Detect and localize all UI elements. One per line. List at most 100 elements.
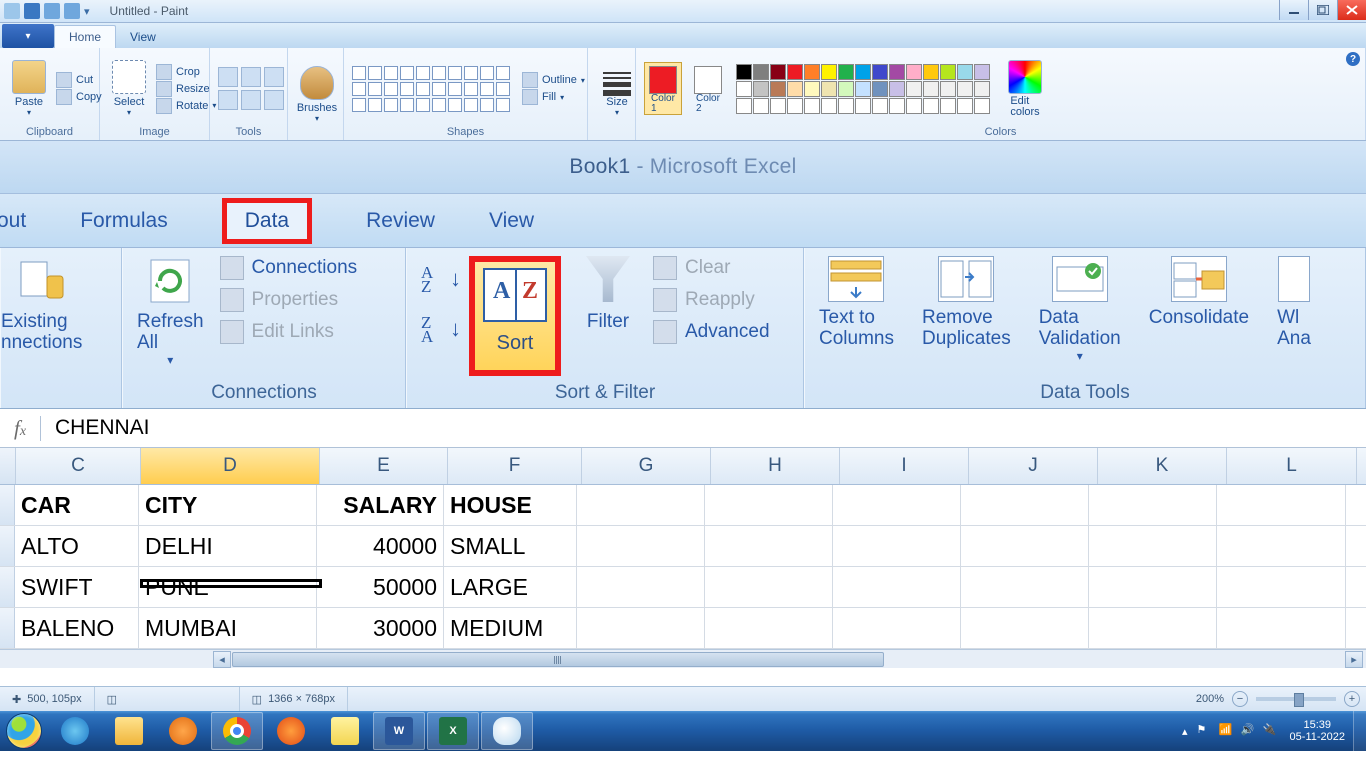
color-swatch[interactable] [957, 98, 973, 114]
color-swatch[interactable] [923, 98, 939, 114]
show-hidden-icons[interactable]: ▴ [1182, 725, 1188, 738]
color-swatch[interactable] [804, 81, 820, 97]
text-to-columns-button[interactable]: Text to Columns [819, 256, 894, 350]
cell[interactable]: CITY [139, 485, 317, 525]
zoom-out-button[interactable]: − [1232, 691, 1248, 707]
color-swatch[interactable] [872, 81, 888, 97]
color2-button[interactable]: Color 2 [690, 63, 726, 114]
cell[interactable] [0, 608, 15, 648]
cell[interactable] [1089, 485, 1217, 525]
cell[interactable] [833, 567, 961, 607]
color-swatch[interactable] [974, 98, 990, 114]
what-if-analysis-button[interactable]: Wl Ana [1277, 256, 1311, 350]
cell[interactable] [0, 485, 15, 525]
taskbar-ie[interactable] [49, 712, 101, 750]
scroll-right-icon[interactable]: ▸ [1345, 651, 1363, 668]
color-swatch[interactable] [974, 64, 990, 80]
cell[interactable]: SALARY [317, 485, 444, 525]
maximize-button[interactable] [1308, 0, 1337, 20]
color-swatch[interactable] [736, 81, 752, 97]
shape-fill-button[interactable]: Fill▾ [522, 89, 585, 105]
cell[interactable] [705, 485, 833, 525]
cell[interactable] [833, 485, 961, 525]
cell[interactable] [961, 526, 1089, 566]
sort-desc-button[interactable]: ZA↓ [421, 316, 453, 348]
taskbar-wmplayer[interactable] [157, 712, 209, 750]
cell[interactable] [961, 567, 1089, 607]
cell[interactable] [833, 526, 961, 566]
color-swatch[interactable] [872, 98, 888, 114]
color-swatch[interactable] [957, 81, 973, 97]
tab-formulas[interactable]: Formulas [80, 209, 168, 233]
cell[interactable] [1089, 567, 1217, 607]
color1-button[interactable]: Color 1 [644, 62, 682, 115]
color-swatch[interactable] [821, 98, 837, 114]
worksheet-grid[interactable]: CARCITYSALARYHOUSEALTODELHI40000SMALLSWI… [0, 485, 1366, 649]
color-swatch[interactable] [770, 98, 786, 114]
paste-button[interactable]: Paste▾ [8, 60, 50, 117]
table-row[interactable]: ALTODELHI40000SMALL [0, 526, 1366, 567]
col-D[interactable]: D [141, 448, 320, 484]
color-swatch[interactable] [889, 64, 905, 80]
color-swatch[interactable] [940, 64, 956, 80]
sort-button[interactable]: AZ Sort [469, 256, 561, 376]
color-swatch[interactable] [872, 64, 888, 80]
color-swatch[interactable] [855, 98, 871, 114]
remove-duplicates-button[interactable]: Remove Duplicates [922, 256, 1011, 350]
advanced-filter-button[interactable]: Advanced [653, 320, 770, 344]
cell[interactable] [1217, 526, 1346, 566]
cell[interactable] [705, 608, 833, 648]
file-menu-button[interactable]: ▾ [2, 24, 54, 48]
cell[interactable] [1217, 608, 1346, 648]
color-swatch[interactable] [838, 81, 854, 97]
cell[interactable]: MUMBAI [139, 608, 317, 648]
fx-icon[interactable]: fx [0, 416, 41, 441]
color-swatch[interactable] [753, 64, 769, 80]
select-all-corner[interactable] [0, 448, 16, 484]
col-F[interactable]: F [448, 448, 582, 484]
color-swatch[interactable] [736, 64, 752, 80]
color-swatch[interactable] [923, 64, 939, 80]
color-swatch[interactable] [821, 64, 837, 80]
qat-dropdown-icon[interactable]: ▾ [84, 5, 90, 18]
taskbar-chrome[interactable] [211, 712, 263, 750]
cell[interactable] [1217, 567, 1346, 607]
color-swatch[interactable] [838, 64, 854, 80]
color-swatch[interactable] [855, 64, 871, 80]
cell[interactable] [705, 526, 833, 566]
cell[interactable]: BALENO [15, 608, 139, 648]
connections-button[interactable]: Connections [220, 256, 358, 280]
tab-view[interactable]: View [489, 209, 534, 233]
cell[interactable]: HOUSE [444, 485, 577, 525]
color-swatch[interactable] [906, 64, 922, 80]
cell[interactable]: MEDIUM [444, 608, 577, 648]
color-swatch[interactable] [770, 81, 786, 97]
close-button[interactable] [1337, 0, 1366, 20]
color-swatch[interactable] [736, 98, 752, 114]
cell[interactable] [577, 485, 705, 525]
cell[interactable] [961, 608, 1089, 648]
color-swatch[interactable] [940, 98, 956, 114]
cell[interactable]: 40000 [317, 526, 444, 566]
color-swatch[interactable] [770, 64, 786, 80]
color-swatch[interactable] [889, 81, 905, 97]
filter-button[interactable]: Filter [583, 256, 633, 333]
table-row[interactable]: BALENOMUMBAI30000MEDIUM [0, 608, 1366, 649]
start-button[interactable] [0, 711, 48, 751]
shapes-gallery[interactable] [352, 66, 510, 112]
color-swatch[interactable] [804, 64, 820, 80]
tray-clock[interactable]: 15:39 05-11-2022 [1282, 719, 1353, 743]
tab-review[interactable]: Review [366, 209, 435, 233]
color-swatch[interactable] [753, 81, 769, 97]
save-icon[interactable] [24, 3, 40, 19]
cell[interactable]: PUNE [139, 567, 317, 607]
taskbar-excel[interactable]: X [427, 712, 479, 750]
tab-home[interactable]: Home [54, 25, 116, 48]
cell[interactable]: CAR [15, 485, 139, 525]
color-swatch[interactable] [804, 98, 820, 114]
color-swatch[interactable] [855, 81, 871, 97]
color-swatch[interactable] [838, 98, 854, 114]
zoom-in-button[interactable]: + [1344, 691, 1360, 707]
col-C[interactable]: C [16, 448, 141, 484]
data-validation-button[interactable]: Data Validation ▾ [1039, 256, 1121, 363]
